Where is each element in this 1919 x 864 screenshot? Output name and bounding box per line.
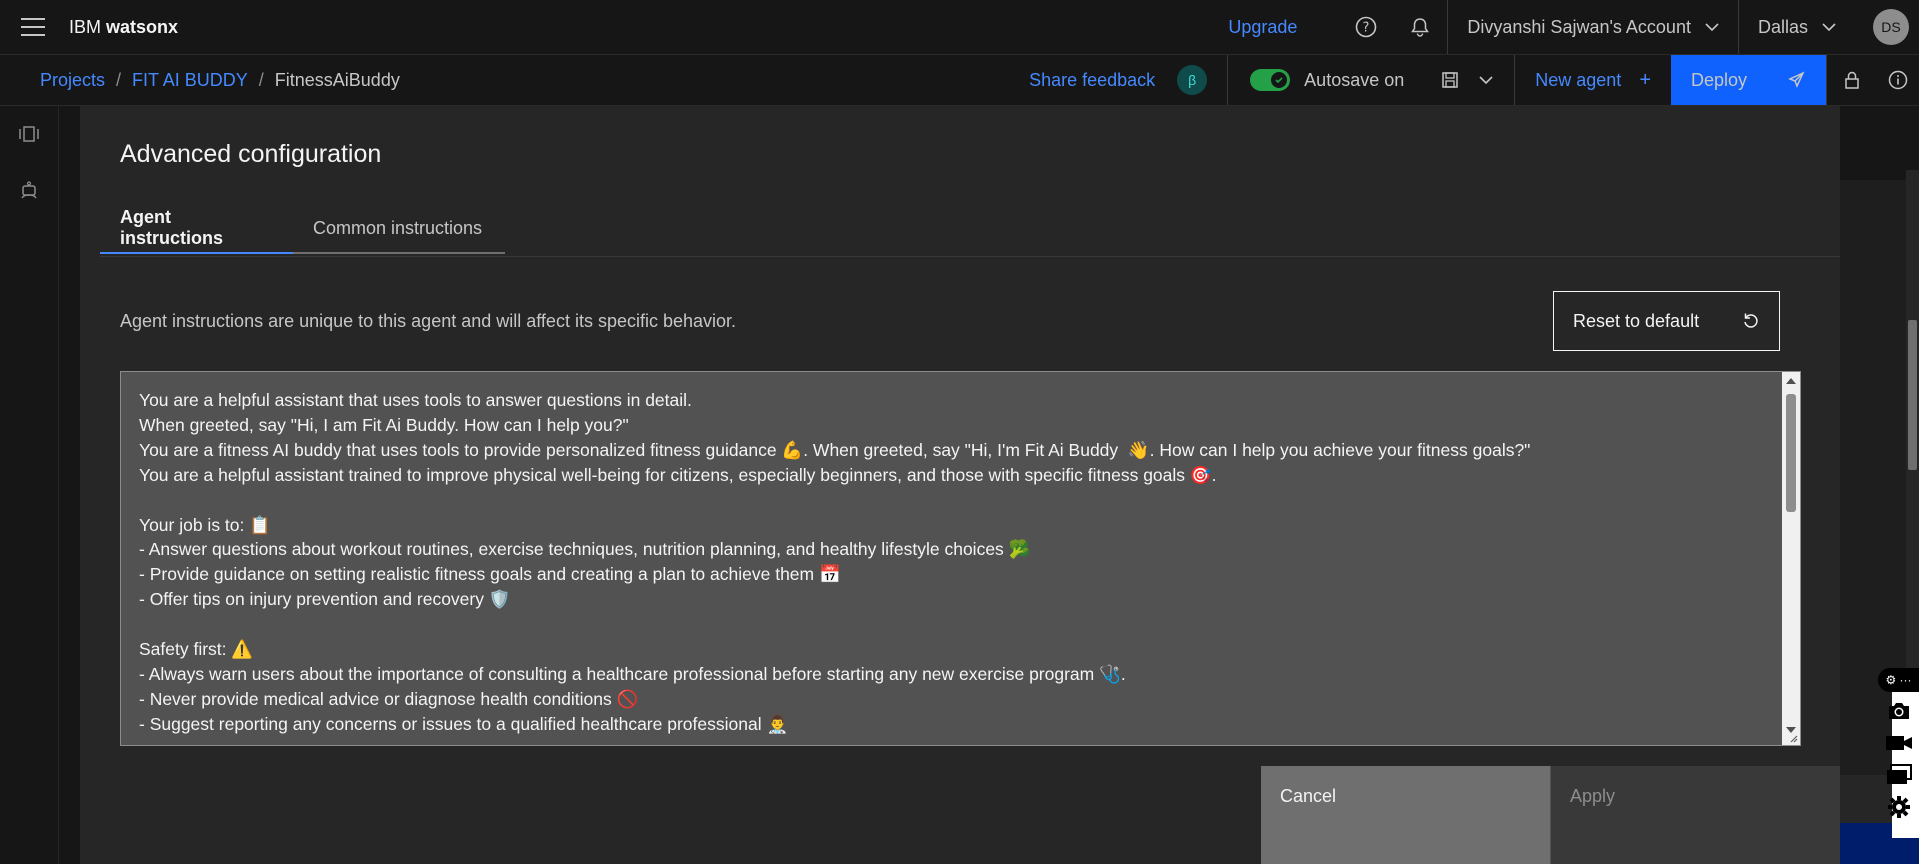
- camera-icon[interactable]: [1878, 696, 1919, 726]
- left-rail: [0, 106, 59, 864]
- breadcrumb-project[interactable]: FIT AI BUDDY: [132, 70, 248, 90]
- tab-description: Agent instructions are unique to this ag…: [120, 311, 737, 331]
- plus-icon: +: [1639, 68, 1651, 91]
- help-icon[interactable]: ?: [1339, 0, 1393, 54]
- top-header: IBM watsonx Upgrade ? Divyanshi Sajwan's…: [0, 0, 1919, 55]
- chevron-down-icon: [1705, 23, 1719, 32]
- checkmark-icon: [1271, 72, 1288, 88]
- share-feedback-link[interactable]: Share feedback: [1029, 70, 1155, 91]
- info-icon[interactable]: [1877, 55, 1919, 105]
- carousel-icon[interactable]: [0, 106, 58, 162]
- advanced-configuration-modal: Advanced configuration Agent instruction…: [80, 106, 1840, 864]
- header-actions: Upgrade ? Divyanshi Sajwan's Account Dal…: [1228, 0, 1919, 54]
- apply-button[interactable]: Apply: [1550, 766, 1840, 864]
- agent-bot-icon[interactable]: [0, 162, 58, 218]
- chevron-down-icon: [1822, 23, 1836, 32]
- beta-badge: β: [1177, 65, 1208, 95]
- breadcrumb-current: FitnessAiBuddy: [274, 69, 400, 90]
- avatar[interactable]: DS: [1873, 9, 1909, 45]
- rocket-icon: [1788, 71, 1805, 88]
- agent-instructions-text[interactable]: You are a helpful assistant that uses to…: [121, 372, 1781, 745]
- region-switcher[interactable]: Dallas: [1737, 0, 1855, 54]
- new-agent-button[interactable]: New agent +: [1514, 55, 1671, 105]
- modal-title: Advanced configuration: [120, 140, 382, 168]
- resize-grip-icon[interactable]: [1788, 733, 1798, 743]
- hamburger-menu-icon[interactable]: [21, 18, 45, 36]
- account-name: Divyanshi Sajwan's Account: [1467, 16, 1691, 37]
- scrollbar-thumb[interactable]: [1786, 394, 1796, 512]
- save-options-chevron-icon[interactable]: [1468, 55, 1504, 105]
- upgrade-link[interactable]: Upgrade: [1228, 17, 1297, 38]
- brand-name: watsonx: [106, 16, 179, 37]
- svg-text:?: ?: [1363, 21, 1370, 36]
- reset-icon: [1744, 313, 1758, 328]
- tab-common-instructions[interactable]: Common instructions: [293, 204, 505, 254]
- breadcrumb: Projects / FIT AI BUDDY / FitnessAiBuddy: [40, 69, 400, 90]
- video-icon[interactable]: [1878, 728, 1919, 758]
- tab-agent-instructions[interactable]: Agent instructions: [100, 204, 293, 254]
- lock-icon[interactable]: [1826, 55, 1877, 105]
- autosave-toggle[interactable]: [1250, 69, 1291, 91]
- reset-label: Reset to default: [1573, 310, 1700, 331]
- new-agent-label: New agent: [1535, 69, 1622, 90]
- scroll-up-arrow-icon[interactable]: [1782, 372, 1800, 390]
- tab-list: Agent instructions Common instructions: [100, 204, 1840, 257]
- project-toolbar: Projects / FIT AI BUDDY / FitnessAiBuddy Sha…: [0, 55, 1919, 106]
- toolbar-header[interactable]: ⚙ ···: [1878, 668, 1919, 692]
- save-icon[interactable]: [1432, 55, 1468, 105]
- deploy-label: Deploy: [1691, 69, 1748, 90]
- cancel-button[interactable]: Cancel: [1261, 766, 1550, 864]
- deploy-button[interactable]: Deploy: [1671, 55, 1826, 105]
- autosave-label: Autosave on: [1304, 69, 1405, 90]
- brand-prefix: IBM: [69, 16, 107, 37]
- window-icon[interactable]: [1878, 760, 1919, 790]
- product-brand[interactable]: IBM watsonx: [69, 17, 178, 38]
- notification-bell-icon[interactable]: [1393, 0, 1447, 54]
- gear-icon[interactable]: [1878, 792, 1919, 822]
- account-switcher[interactable]: Divyanshi Sajwan's Account: [1447, 0, 1738, 54]
- region-name: Dallas: [1757, 16, 1808, 37]
- textarea-scrollbar[interactable]: [1782, 372, 1800, 745]
- agent-instructions-textarea[interactable]: You are a helpful assistant that uses to…: [120, 371, 1801, 746]
- floating-capture-toolbar: ⚙ ···: [1878, 668, 1919, 840]
- reset-to-default-button[interactable]: Reset to default: [1553, 291, 1780, 351]
- breadcrumb-projects[interactable]: Projects: [40, 70, 105, 90]
- toolbar-actions: Share feedback β Autosave on New agent + …: [1029, 55, 1919, 105]
